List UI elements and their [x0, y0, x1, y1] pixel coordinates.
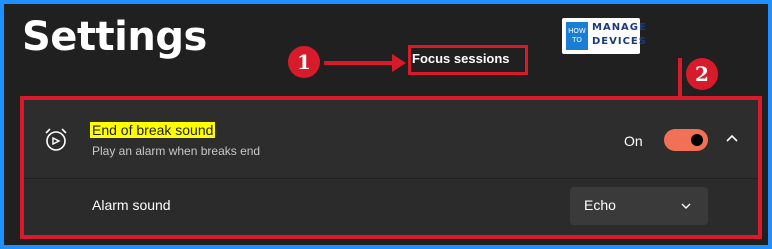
annotation-arrow-right-head [392, 54, 406, 72]
page-title: Settings [22, 14, 207, 60]
logo-manage: MANAGE [592, 22, 647, 33]
annotation-marker-2: 2 [686, 58, 718, 90]
annotation-marker-1: 1 [288, 46, 320, 78]
settings-window: Settings HOW TO MANAGE DEVICES 1 Focus s… [4, 4, 768, 245]
logo-devices: DEVICES [592, 36, 647, 47]
how-to-manage-devices-logo: HOW TO MANAGE DEVICES [562, 18, 646, 54]
settings-highlight-box [20, 96, 762, 239]
focus-sessions-label: Focus sessions [412, 51, 510, 66]
annotation-arrow-right [324, 61, 394, 65]
logo-how-to: HOW TO [566, 22, 588, 50]
